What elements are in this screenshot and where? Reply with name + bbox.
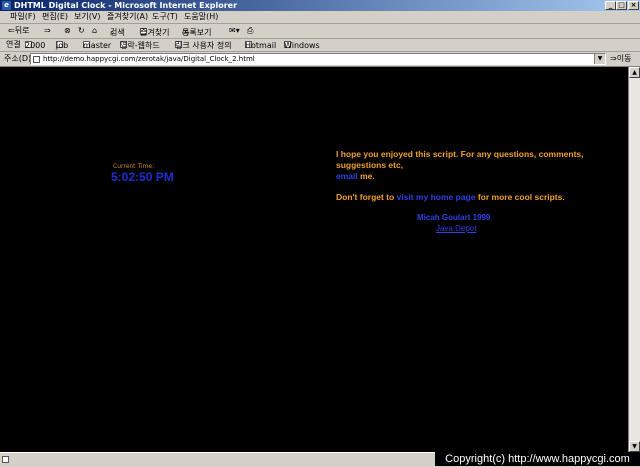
toolbar: ⇐뒤로 ⇒ ⊗ ↻ ⌂ ⌕ 검색 즐겨찾기 ◷ 목록보기 ✉▾ ⎙ xyxy=(0,24,640,39)
message2-suffix: for more cool scripts. xyxy=(475,192,565,202)
menu-file[interactable]: 파일(F) xyxy=(10,12,36,22)
page-icon xyxy=(33,56,40,63)
page-content: Current Time: 5:02:50 PM I hope you enjo… xyxy=(0,67,628,452)
link-label: master xyxy=(83,41,112,50)
ie-logo-icon: e xyxy=(2,1,11,10)
address-label: 주소(D) xyxy=(4,54,32,63)
menu-favorites[interactable]: 즐겨찾기(A) xyxy=(107,12,148,22)
message-email-suffix: me. xyxy=(357,171,375,181)
java-depot-link[interactable]: Java Depot xyxy=(436,224,476,233)
home-icon[interactable]: ⌂ xyxy=(92,26,97,36)
forward-button[interactable]: ⇒ xyxy=(44,26,51,36)
address-bar: 주소(D) ▼ ⇒이동 xyxy=(0,52,640,67)
menu-help[interactable]: 도움말(H) xyxy=(184,12,218,22)
address-field[interactable]: ▼ xyxy=(30,53,606,65)
vertical-scrollbar[interactable]: ▲ ▼ xyxy=(628,67,640,452)
back-button[interactable]: ⇐뒤로 xyxy=(8,26,29,36)
refresh-icon[interactable]: ↻ xyxy=(78,26,85,36)
link-label: Hotmail xyxy=(245,41,277,50)
stop-icon[interactable]: ⊗ xyxy=(64,26,71,36)
close-button[interactable]: × xyxy=(628,1,639,10)
menu-bar: 파일(F) 편집(E) 보기(V) 즐겨찾기(A) 도구(T) 도움말(H) xyxy=(0,11,640,24)
message-text: I hope you enjoyed this script. For any … xyxy=(336,149,596,182)
links-bar: 연결 2000 job master 영락-웹하드 링크 사용자 정의 Hotm… xyxy=(0,39,640,52)
menu-tools[interactable]: 도구(T) xyxy=(152,12,178,22)
window-title: DHTML Digital Clock - Microsoft Internet… xyxy=(14,1,238,10)
clock-time: 5:02:50 PM xyxy=(111,170,174,184)
address-dropdown-icon[interactable]: ▼ xyxy=(594,54,605,64)
favorites-label: 즐겨찾기 xyxy=(140,28,170,37)
message2-prefix: Don't forget to xyxy=(336,192,397,202)
search-label: 검색 xyxy=(110,28,125,37)
link-label: 링크 사용자 정의 xyxy=(175,41,232,50)
menu-edit[interactable]: 편집(E) xyxy=(42,12,68,22)
links-label: 연결 xyxy=(6,40,21,49)
maximize-button[interactable]: □ xyxy=(616,1,627,10)
link-label: job xyxy=(56,41,69,50)
clock-label: Current Time: xyxy=(113,163,155,170)
title-bar: e DHTML Digital Clock - Microsoft Intern… xyxy=(0,0,640,11)
email-link[interactable]: email xyxy=(336,171,358,181)
author-credit: Micah Goulart 1999 xyxy=(417,213,491,222)
print-icon[interactable]: ⎙ xyxy=(247,26,253,36)
copyright-banner: Copyright(c) http://www.happycgi.com xyxy=(435,452,640,466)
home-page-link[interactable]: visit my home page xyxy=(397,192,476,202)
link-label: Windows xyxy=(284,41,320,50)
address-input[interactable] xyxy=(43,54,593,64)
scroll-up-icon[interactable]: ▲ xyxy=(629,67,640,78)
history-label: 목록보기 xyxy=(182,28,212,37)
mail-icon[interactable]: ✉▾ xyxy=(229,26,240,36)
menu-view[interactable]: 보기(V) xyxy=(74,12,100,22)
scroll-down-icon[interactable]: ▼ xyxy=(629,441,640,452)
page-status-icon xyxy=(2,456,9,463)
go-button[interactable]: ⇒이동 xyxy=(610,54,631,64)
link-label: 영락-웹하드 xyxy=(120,41,160,50)
link-label: 2000 xyxy=(25,41,46,50)
minimize-button[interactable]: _ xyxy=(605,1,616,10)
message-line: I hope you enjoyed this script. For any … xyxy=(336,149,584,170)
homepage-message: Don't forget to visit my home page for m… xyxy=(336,192,565,203)
